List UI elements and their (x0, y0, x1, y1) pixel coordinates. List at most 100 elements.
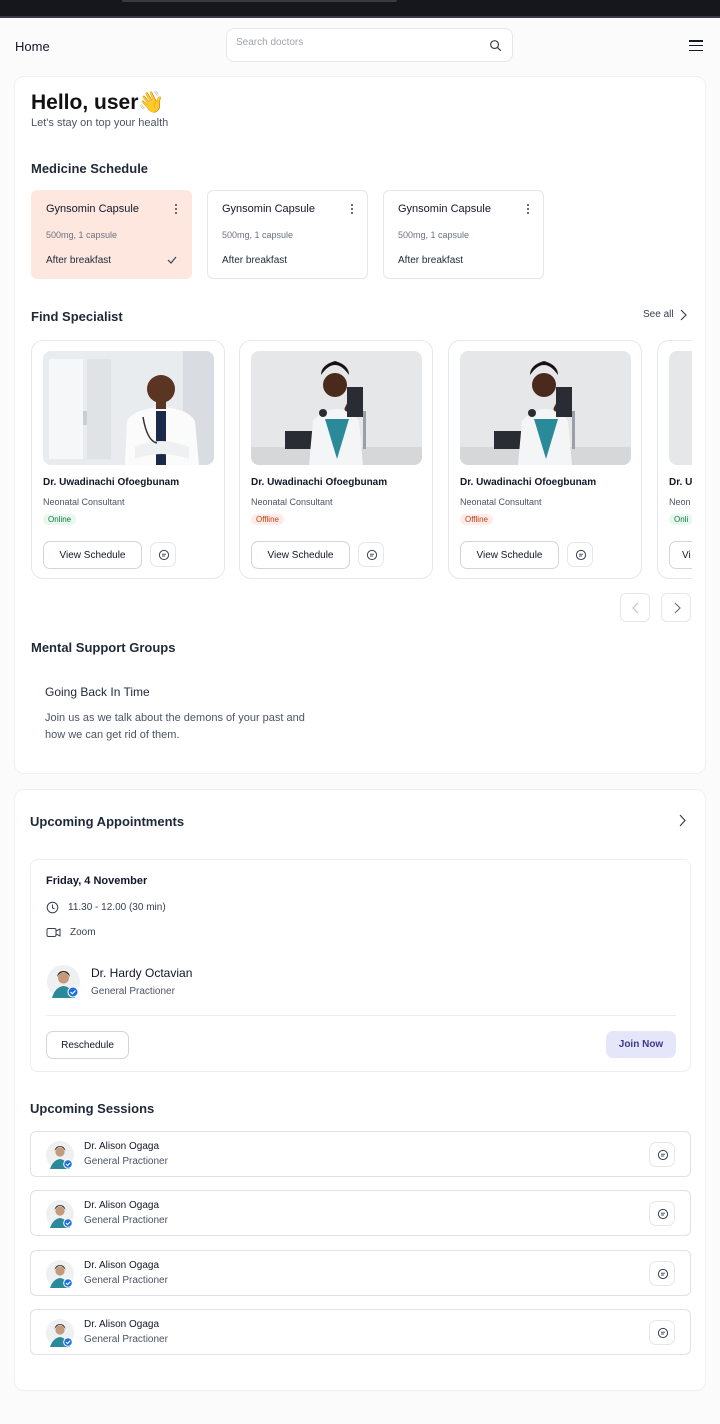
doctor-name: Dr. Alison Ogaga (84, 1200, 160, 1211)
avatar (46, 1260, 74, 1288)
chat-icon (575, 549, 587, 561)
medicine-time: After breakfast (46, 255, 112, 266)
doctor-role: General Practioner (84, 1215, 168, 1226)
more-options-icon[interactable] (175, 204, 178, 215)
support-group-title[interactable]: Going Back In Time (45, 685, 150, 699)
chat-button[interactable] (649, 1320, 675, 1345)
doctor-photo (251, 351, 422, 465)
doctor-photo (43, 351, 214, 465)
medicine-dose: 500mg, 1 capsule (46, 230, 118, 240)
medicine-time: After breakfast (222, 255, 288, 266)
chat-button[interactable] (150, 542, 176, 567)
doctor-role: Neon (669, 497, 691, 507)
upcoming-sessions-heading: Upcoming Sessions (30, 1101, 155, 1116)
specialist-card[interactable]: Dr. Uwadinachi Ofoegbunam Neonatal Consu… (31, 340, 225, 579)
doctor-role: Neonatal Consultant (251, 497, 333, 507)
doctor-name: Dr. Alison Ogaga (84, 1260, 160, 1271)
join-now-button[interactable]: Join Now (606, 1031, 676, 1058)
doctor-name: Dr. U (669, 477, 692, 488)
medicine-card[interactable]: Gynsomin Capsule 500mg, 1 capsule After … (383, 190, 544, 279)
view-schedule-button[interactable]: View Schedule (251, 541, 350, 569)
chevron-left-icon (632, 602, 639, 614)
chat-icon (366, 549, 378, 561)
mental-support-heading: Mental Support Groups (31, 640, 176, 655)
medicine-card[interactable]: Gynsomin Capsule 500mg, 1 capsule After … (207, 190, 368, 279)
greeting-subtitle: Let's stay on top your health (31, 117, 169, 129)
app-header: Home (0, 18, 720, 76)
chevron-right-icon[interactable] (678, 814, 686, 827)
chevron-right-icon (674, 602, 681, 614)
specialist-card[interactable]: Dr. Uwadinachi Ofoegbunam Neonatal Consu… (448, 340, 642, 579)
medicine-name: Gynsomin Capsule (222, 203, 315, 215)
search-box[interactable] (226, 28, 513, 62)
session-item[interactable]: Dr. Alison Ogaga General Practioner (30, 1190, 691, 1236)
more-options-icon[interactable] (351, 204, 354, 215)
menu-icon[interactable] (689, 40, 703, 52)
doctor-role: General Practioner (84, 1156, 168, 1167)
medicine-name: Gynsomin Capsule (46, 203, 139, 215)
video-camera-icon (46, 928, 61, 937)
status-badge: Offline (460, 514, 493, 525)
specialist-card[interactable]: Dr. U Neon Onli Vi (657, 340, 692, 579)
doctor-name: Dr. Alison Ogaga (84, 1319, 160, 1330)
appointments-card: Upcoming Appointments Friday, 4 November… (14, 789, 706, 1391)
check-icon (167, 256, 177, 264)
session-item[interactable]: Dr. Alison Ogaga General Practioner (30, 1131, 691, 1177)
doctor-role: General Practioner (91, 986, 175, 997)
find-specialist-heading: Find Specialist (31, 309, 123, 324)
view-schedule-button[interactable]: Vi (669, 541, 692, 569)
avatar (46, 1319, 74, 1347)
carousel-prev-button[interactable] (620, 593, 650, 622)
appointment-platform: Zoom (70, 927, 96, 938)
chat-icon (158, 549, 170, 561)
view-schedule-button[interactable]: View Schedule (460, 541, 559, 569)
search-input[interactable] (236, 37, 476, 48)
greeting-title: Hello, user👋 (31, 91, 165, 114)
specialist-card[interactable]: Dr. Uwadinachi Ofoegbunam Neonatal Consu… (239, 340, 433, 579)
view-schedule-button[interactable]: View Schedule (43, 541, 142, 569)
session-item[interactable]: Dr. Alison Ogaga General Practioner (30, 1309, 691, 1355)
chat-button[interactable] (358, 542, 384, 567)
status-badge: Online (43, 514, 77, 525)
chat-button[interactable] (649, 1142, 675, 1167)
medicine-name: Gynsomin Capsule (398, 203, 491, 215)
doctor-name: Dr. Hardy Octavian (91, 966, 193, 980)
chat-button[interactable] (649, 1261, 675, 1286)
upcoming-appointments-heading: Upcoming Appointments (30, 814, 185, 829)
medicine-time: After breakfast (398, 255, 464, 266)
chat-icon (657, 1327, 669, 1339)
carousel-next-button[interactable] (661, 593, 691, 622)
doctor-photo (460, 351, 631, 465)
chat-button[interactable] (649, 1201, 675, 1226)
doctor-name: Dr. Uwadinachi Ofoegbunam (43, 477, 180, 488)
doctor-photo (669, 351, 692, 465)
medicine-card[interactable]: Gynsomin Capsule 500mg, 1 capsule After … (31, 190, 192, 279)
see-all-link[interactable]: See all (643, 309, 674, 320)
doctor-role: General Practioner (84, 1334, 168, 1345)
avatar (46, 1141, 74, 1169)
clock-icon (46, 901, 59, 914)
chat-icon (657, 1208, 669, 1220)
chevron-right-icon[interactable] (679, 309, 687, 321)
doctor-name: Dr. Uwadinachi Ofoegbunam (251, 477, 388, 488)
support-group-description: Join us as we talk about the demons of y… (45, 712, 305, 741)
medicine-dose: 500mg, 1 capsule (398, 230, 470, 240)
chat-icon (657, 1149, 669, 1161)
page-title: Home (15, 39, 50, 54)
top-status-bar (0, 0, 720, 18)
medicine-dose: 500mg, 1 capsule (222, 230, 294, 240)
reschedule-button[interactable]: Reschedule (46, 1031, 129, 1059)
status-badge: Offline (251, 514, 284, 525)
specialist-carousel[interactable]: Dr. Uwadinachi Ofoegbunam Neonatal Consu… (31, 340, 692, 580)
doctor-role: Neonatal Consultant (43, 497, 125, 507)
medicine-schedule-heading: Medicine Schedule (31, 161, 149, 176)
session-item[interactable]: Dr. Alison Ogaga General Practioner (30, 1250, 691, 1296)
appointment-item: Friday, 4 November 11.30 - 12.00 (30 min… (30, 859, 691, 1072)
chat-button[interactable] (567, 542, 593, 567)
doctor-role: General Practioner (84, 1275, 168, 1286)
doctor-role: Neonatal Consultant (460, 497, 542, 507)
more-options-icon[interactable] (527, 204, 530, 215)
appointment-time: 11.30 - 12.00 (30 min) (68, 902, 166, 913)
avatar (46, 1200, 74, 1228)
search-icon[interactable] (489, 39, 502, 52)
